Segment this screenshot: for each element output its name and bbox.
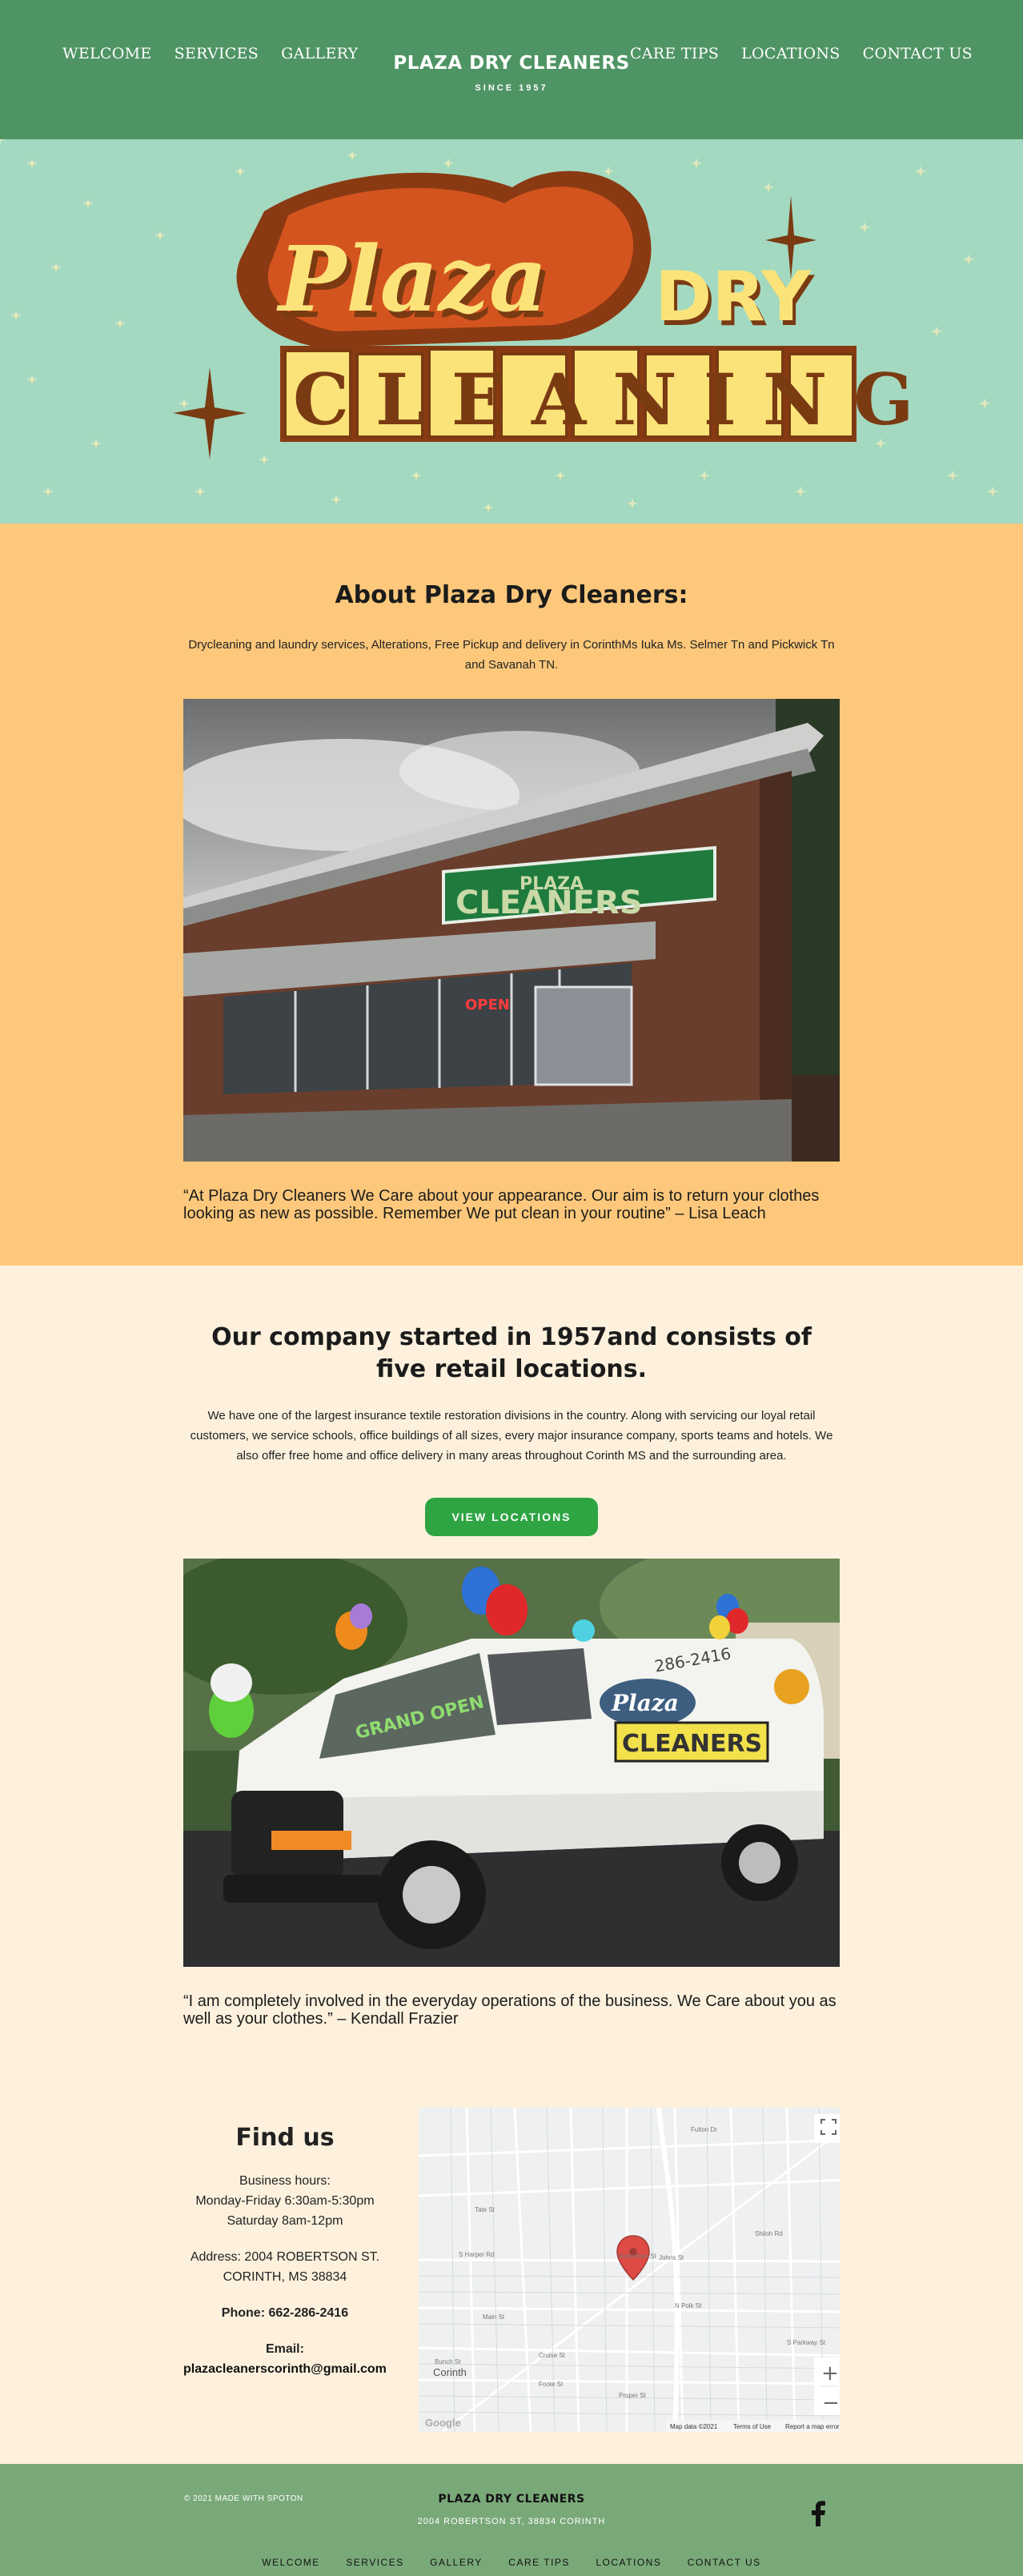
street-label: Bunch St (435, 2358, 461, 2365)
facebook-icon-glyph (812, 2500, 825, 2526)
map-attribution: Map data ©2021 (670, 2423, 718, 2430)
find-us-title: Find us (235, 2123, 335, 2152)
map-city-label: Corinth (433, 2366, 467, 2378)
nav-care-tips[interactable]: CARE TIPS (630, 45, 719, 62)
svg-text:CLEANERS: CLEANERS (622, 1730, 762, 1758)
street-label: Robertson St (619, 2253, 656, 2260)
street-label: N Polk St (675, 2302, 702, 2309)
delivery-van-photo: GRAND OPEN Plaza CLEANERS 286-2416 (183, 1558, 840, 1967)
street-label: Main St (483, 2313, 505, 2321)
street-label: Shiloh Rd (755, 2230, 783, 2237)
address-line1: Address: 2004 ROBERTSON ST. (190, 2249, 380, 2264)
map-report-link[interactable]: Report a map error (785, 2423, 840, 2430)
footer-brand: PLAZA DRY CLEANERS 2004 ROBERTSON ST, 38… (0, 2493, 1023, 2526)
footer-nav-contact-us[interactable]: CONTACT US (688, 2557, 761, 2568)
footer-nav-gallery[interactable]: GALLERY (430, 2557, 483, 2568)
street-label: Proper St (619, 2392, 647, 2399)
view-locations-button[interactable]: VIEW LOCATIONS (425, 1497, 598, 1536)
logo-cleaning-text: CLEANING (293, 358, 940, 441)
site-footer: © 2021 MADE WITH SPOTON PLAZA DRY CLEANE… (0, 2463, 1023, 2576)
street-label: Cruise St (539, 2352, 566, 2359)
footer-address: 2004 ROBERTSON ST, 38834 CORINTH (417, 2516, 606, 2526)
phone[interactable]: Phone: 662-286-2416 (183, 2303, 387, 2323)
open-sign: OPEN (465, 997, 510, 1013)
storefront-photo: PLAZA CLEANERS OPEN (183, 698, 840, 1162)
footer-nav-welcome[interactable]: WELCOME (262, 2557, 320, 2568)
company-text: We have one of the largest insurance tex… (190, 1408, 833, 1463)
hero-banner: Plaza Plaza DRY DRY CLEANING (0, 139, 1023, 524)
company-section: Our company started in 1957and consists … (0, 1265, 1023, 2076)
zoom-controls: + − (813, 2357, 840, 2415)
business-hours: Business hours: Monday-Friday 6:30am-5:3… (183, 2171, 387, 2231)
address: Address: 2004 ROBERTSON ST. CORINTH, MS … (183, 2247, 387, 2287)
footer-brand-name: PLAZA DRY CLEANERS (438, 2492, 585, 2506)
street-label: Tate St (475, 2206, 495, 2213)
location-map[interactable]: S Harper Rd Robertson St Main St Cruise … (418, 2107, 840, 2432)
email-link[interactable]: plazacleanerscorinth@gmail.com (183, 2362, 387, 2376)
street-label: Fulton Dr (691, 2126, 717, 2133)
map-terms-link[interactable]: Terms of Use (733, 2423, 772, 2430)
footer-nav-services[interactable]: SERVICES (346, 2557, 403, 2568)
map-canvas: S Harper Rd Robertson St Main St Cruise … (418, 2107, 840, 2432)
star-left-icon (173, 367, 247, 459)
street-label: S Parkway St (787, 2339, 826, 2346)
sparkle-pattern (0, 139, 6, 145)
zoom-out-button[interactable]: − (822, 2391, 840, 2415)
contact-info: Find us Business hours: Monday-Friday 6:… (183, 2108, 387, 2432)
find-us-section: Find us Business hours: Monday-Friday 6:… (0, 2075, 1023, 2464)
hero-logo-graphic: Plaza Plaza DRY DRY CLEANING (0, 139, 998, 513)
footer-nav-care-tips[interactable]: CARE TIPS (508, 2557, 570, 2568)
address-line2: CORINTH, MS 38834 (223, 2269, 347, 2284)
street-label: Foote St (539, 2381, 564, 2388)
footer-nav: WELCOME SERVICES GALLERY CARE TIPS LOCAT… (0, 2555, 1023, 2570)
logo-plaza-text: Plaza (276, 227, 548, 332)
hours-saturday: Saturday 8am-12pm (227, 2213, 343, 2228)
street-label: Johns St (659, 2254, 684, 2261)
nav-contact-us[interactable]: CONTACT US (863, 45, 973, 62)
facebook-icon[interactable] (808, 2500, 828, 2526)
about-text: Drycleaning and laundry services, Altera… (188, 637, 835, 672)
about-quote: “At Plaza Dry Cleaners We Care about you… (183, 1186, 820, 1222)
main-nav-right: CARE TIPS LOCATIONS CONTACT US (630, 45, 973, 62)
google-logo: Google (425, 2417, 461, 2429)
button-wrap: VIEW LOCATIONS (183, 1497, 840, 1536)
zoom-in-button[interactable]: + (821, 2361, 839, 2385)
hours-weekday: Monday-Friday 6:30am-5:30pm (195, 2193, 375, 2208)
brand-since: SINCE 1957 (475, 83, 548, 93)
company-quote: “I am completely involved in the everyda… (183, 1992, 836, 2028)
logo-dry-text: DRY (655, 257, 812, 337)
footer-nav-locations[interactable]: LOCATIONS (596, 2557, 661, 2568)
email-label: Email: (265, 2341, 304, 2356)
street-label: S Harper Rd (459, 2251, 494, 2258)
about-title: About Plaza Dry Cleaners: (335, 581, 688, 609)
svg-text:Plaza: Plaza (611, 1690, 679, 1716)
company-title: Our company started in 1957and consists … (211, 1322, 812, 1384)
site-header: WELCOME SERVICES GALLERY PLAZA DRY CLEAN… (0, 0, 1023, 139)
hours-label: Business hours: (239, 2173, 331, 2188)
fullscreen-icon[interactable] (813, 2113, 840, 2143)
about-section: About Plaza Dry Cleaners: Drycleaning an… (0, 524, 1023, 1266)
email-block: Email: plazacleanerscorinth@gmail.com (183, 2339, 387, 2379)
sign-cleaners-text: CLEANERS (455, 885, 643, 921)
nav-locations[interactable]: LOCATIONS (741, 45, 840, 62)
